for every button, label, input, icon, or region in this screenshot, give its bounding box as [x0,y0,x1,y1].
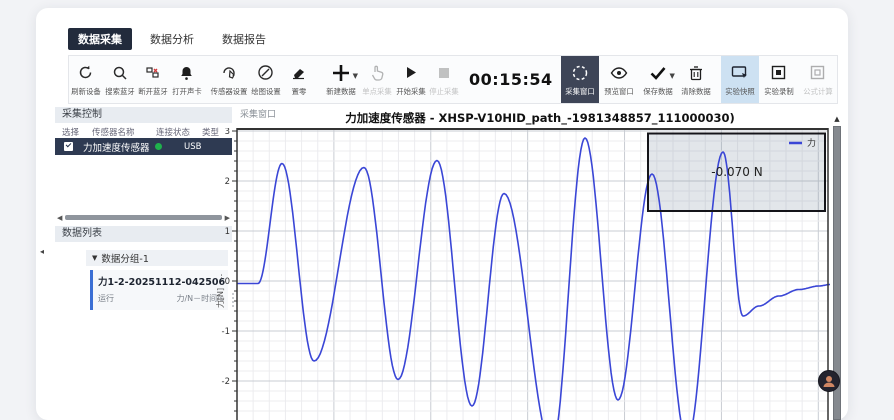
sensor-checkbox[interactable] [64,142,73,151]
open-soundcard-button[interactable]: 打开声卡 [170,56,204,103]
data-group-row[interactable]: ▼ 数据分组-1 [86,250,228,266]
search-icon [112,63,128,83]
dropdown-caret-icon[interactable]: ▼ [669,72,674,80]
svg-text:-1: -1 [222,327,230,337]
stop-acquisition-button[interactable]: 停止采集 [427,56,461,103]
stop-icon [438,63,450,83]
experiment-snapshot-button[interactable]: 实验快照 [721,56,760,103]
eye-icon [610,63,628,83]
screen-cursor-icon [731,63,749,83]
refresh-icon [77,63,94,83]
compass-icon [257,63,274,83]
save-data-button[interactable]: 保存数据 ▼ [638,56,677,103]
svg-text:2: 2 [225,177,230,187]
chart-title: 力加速度传感器 - XHSP-V10HID_path_-1981348857_1… [260,110,820,126]
clear-data-button[interactable]: 清除数据 [677,56,716,103]
tab-data-report[interactable]: 数据报告 [212,28,276,50]
person-icon [821,373,837,389]
group-caret-icon[interactable]: ▼ [92,254,97,262]
status-dot [155,143,162,150]
new-data-button[interactable]: 新建数据 ▼ [321,56,360,103]
sensor-row[interactable]: 力加速度传感器 USB [55,138,232,155]
data-list-header: 数据列表 [55,226,232,242]
formula-square-icon [810,63,825,83]
tab-data-analysis[interactable]: 数据分析 [140,28,204,50]
toolbar: 刷新设备 搜索蓝牙 断开蓝牙 打开声卡 传感器设置 绘图设置 置零 [68,55,838,104]
svg-text:1: 1 [225,227,230,237]
zero-button[interactable]: 置零 [282,56,316,103]
data-item-status: 运行 [98,293,114,304]
data-list-item[interactable]: 力1-2-20251112-042506 运行 力/N－时间/s ⋮ [90,270,228,310]
scroll-left-arrow-icon[interactable]: ◀ [57,214,62,222]
data-item-title: 力1-2-20251112-042506 [98,274,224,288]
svg-text:0: 0 [225,277,230,287]
acquisition-control-header: 采集控制 [55,107,232,123]
plot-settings-button[interactable]: 绘图设置 [249,56,283,103]
sensor-tag-icon [220,63,238,83]
play-icon [404,63,418,83]
eraser-icon [291,63,307,83]
bell-icon [179,63,194,83]
sensor-settings-button[interactable]: 传感器设置 [209,56,249,103]
disconnect-bluetooth-button[interactable]: 断开蓝牙 [136,56,170,103]
svg-text:力[N]: 力[N] [215,288,225,308]
dropdown-caret-icon[interactable]: ▼ [353,72,358,80]
waveform-chart[interactable]: -0.070 N 3 2 1 0 -1 -2 力[N] 力 [215,128,830,420]
svg-text:力: 力 [807,137,816,149]
dashed-circle-icon [571,63,589,83]
single-point-button[interactable]: 单点采集 [360,56,394,103]
hand-point-icon [369,63,385,83]
sensor-type: USB [184,142,201,152]
app-window: 数据采集 数据分析 数据报告 刷新设备 搜索蓝牙 断开蓝牙 打开声卡 传感器设置… [0,0,894,420]
acquisition-window-button[interactable]: 采集窗口 [561,56,600,103]
acquisition-timer: 00:15:54 [461,56,561,103]
trash-icon [689,63,703,83]
experiment-record-button[interactable]: 实验录制 [759,56,798,103]
svg-text:3: 3 [225,128,230,137]
sensor-name: 力加速度传感器 [83,140,155,154]
sidebar-collapse-arrow[interactable]: ◂ [40,247,44,256]
plus-icon [331,63,351,83]
svg-text:-2: -2 [222,377,230,387]
check-icon [649,63,667,83]
start-acquisition-button[interactable]: 开始采集 [394,56,428,103]
refresh-device-button[interactable]: 刷新设备 [69,56,103,103]
sensor-table-hscrollbar[interactable]: ◀ ▶ [57,213,230,222]
hscroll-thumb[interactable] [65,215,221,220]
assistant-avatar-button[interactable] [818,370,840,392]
bluetooth-disconnect-icon [145,63,161,83]
main-tabs: 数据采集 数据分析 数据报告 [68,28,276,50]
svg-text:-0.070 N: -0.070 N [711,165,762,179]
search-bluetooth-button[interactable]: 搜索蓝牙 [103,56,137,103]
formula-calc-button[interactable]: 公式计算 [798,56,837,103]
scroll-up-arrow-icon[interactable]: ▲ [831,113,843,125]
tab-data-acquisition[interactable]: 数据采集 [68,28,132,50]
record-square-icon [771,63,786,83]
preview-window-button[interactable]: 预览窗口 [599,56,638,103]
sensor-table-header: 选择 传感器名称 连接状态 类型 [55,125,232,138]
